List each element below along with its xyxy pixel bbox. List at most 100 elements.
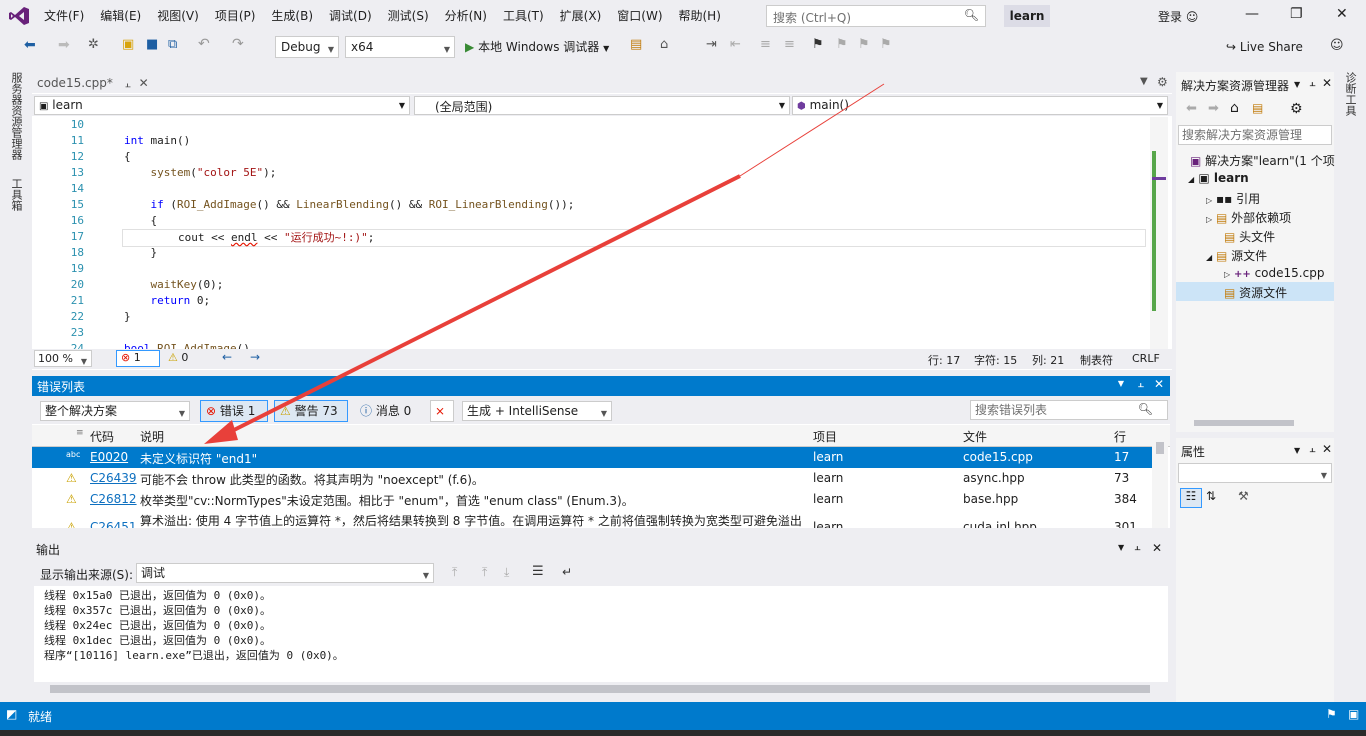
undo-icon[interactable]: ↶ bbox=[198, 36, 210, 52]
attach-icon[interactable]: ▤ bbox=[630, 37, 642, 52]
warning-row[interactable]: ⚠ C26451 算术溢出: 使用 4 字节值上的运算符 *，然后将结果转换到 … bbox=[32, 510, 1152, 528]
pin-icon[interactable]: ⫠ bbox=[1309, 76, 1316, 90]
redo-icon[interactable]: ↷ bbox=[232, 36, 244, 52]
pin-icon[interactable]: ⫠ bbox=[1134, 540, 1141, 554]
column-file[interactable]: 文件 bbox=[963, 428, 987, 445]
menu-analyze[interactable]: 分析(N) bbox=[437, 0, 495, 32]
warnings-filter-button[interactable]: ⚠ 警告 73 bbox=[274, 400, 348, 422]
pin-icon[interactable]: ⫠ bbox=[125, 79, 131, 90]
error-search-input[interactable]: 搜索错误列表 🔍︎ bbox=[970, 400, 1168, 420]
comment-icon[interactable]: ≡ bbox=[760, 37, 771, 52]
close-window-button[interactable]: ✕ bbox=[1336, 6, 1348, 22]
menu-view[interactable]: 视图(V) bbox=[149, 0, 207, 32]
next-message-icon[interactable]: ⤓ bbox=[504, 565, 509, 580]
forward-icon[interactable]: ➡︎ bbox=[58, 37, 70, 53]
find-message-icon[interactable]: ⤒ bbox=[452, 565, 457, 580]
error-count-indicator[interactable]: ⊗ 1 bbox=[116, 350, 160, 367]
column-filter-icon[interactable]: ≡ bbox=[76, 428, 84, 438]
close-icon[interactable]: ✕ bbox=[1152, 541, 1162, 555]
wrench-icon[interactable]: ⚒ bbox=[1238, 489, 1249, 503]
close-tab-icon[interactable]: ✕ bbox=[139, 76, 149, 90]
tree-item-project[interactable]: ◢ ▣ learn bbox=[1188, 171, 1249, 185]
source-control-icon[interactable]: ▣ bbox=[1348, 707, 1359, 721]
back-icon[interactable]: ⬅︎ bbox=[24, 37, 36, 53]
search-input[interactable]: 搜索 (Ctrl+Q) 🔍︎ bbox=[766, 5, 986, 27]
tree-item-headers[interactable]: ▤ 头文件 bbox=[1224, 228, 1275, 245]
filter-icon[interactable]: ⨯ bbox=[430, 400, 454, 422]
column-code[interactable]: 代码 bbox=[90, 428, 114, 445]
error-list-scrollbar[interactable] bbox=[1152, 428, 1168, 528]
output-text[interactable]: 线程 0x15a0 已退出，返回值为 0 (0x0)。 线程 0x357c 已退… bbox=[34, 586, 1168, 682]
home-icon[interactable]: ⌂ bbox=[660, 37, 668, 52]
step-over-icon[interactable]: ⇤ bbox=[730, 37, 741, 52]
code-text-area[interactable]: int main() { system("color 5E"); if (ROI… bbox=[90, 117, 1150, 349]
save-icon[interactable]: ■ bbox=[146, 37, 158, 52]
bookmark-icon[interactable]: ⚑ bbox=[812, 37, 824, 52]
menu-edit[interactable]: 编辑(E) bbox=[92, 0, 149, 32]
save-all-icon[interactable]: ⧉ bbox=[168, 37, 177, 52]
restore-button[interactable]: ❐ bbox=[1290, 6, 1303, 22]
open-folder-icon[interactable]: ▣ bbox=[122, 37, 134, 52]
tree-item-resources[interactable]: ▤ 资源文件 bbox=[1176, 282, 1334, 301]
live-share-button[interactable]: ↪ Live Share bbox=[1226, 40, 1303, 54]
editor-vertical-scrollbar[interactable] bbox=[1150, 117, 1168, 349]
panel-menu-icon[interactable]: ▼ bbox=[1294, 446, 1300, 455]
pin-icon[interactable]: ⫠ bbox=[1309, 442, 1316, 456]
next-issue-icon[interactable]: → bbox=[250, 350, 260, 364]
nav-project-select[interactable]: ▣ learn ▼ bbox=[34, 96, 410, 115]
tree-item-external-deps[interactable]: ▷ ▤ 外部依赖项 bbox=[1206, 209, 1291, 226]
tree-item-references[interactable]: ▷ ▪▪ 引用 bbox=[1206, 190, 1260, 207]
errors-filter-button[interactable]: ⊗ 错误 1 bbox=[200, 400, 268, 422]
close-icon[interactable]: ✕ bbox=[1322, 76, 1332, 90]
warning-count-indicator[interactable]: ⚠ 0 bbox=[168, 351, 188, 364]
run-debugger-button[interactable]: ▶ 本地 Windows 调试器 ▼ bbox=[465, 38, 609, 55]
toolbox-tab[interactable]: 工具箱 bbox=[8, 178, 24, 211]
scrollbar-thumb[interactable] bbox=[50, 685, 1150, 693]
alphabetical-icon[interactable]: ⇅ bbox=[1206, 489, 1216, 503]
diagnostic-tools-tab[interactable]: 诊断工具 bbox=[1342, 72, 1358, 116]
file-tab[interactable]: code15.cpp* ⫠ ✕ bbox=[32, 75, 154, 93]
column-line[interactable]: 行 bbox=[1114, 428, 1126, 445]
menu-build[interactable]: 生成(B) bbox=[263, 0, 321, 32]
new-project-icon[interactable]: ✲ bbox=[88, 37, 99, 52]
tree-item-solution[interactable]: ▣ 解决方案"learn"(1 个项 bbox=[1190, 152, 1335, 169]
server-explorer-tab[interactable]: 服务器资源管理器 bbox=[8, 72, 24, 160]
error-code-link[interactable]: E0020 bbox=[90, 450, 128, 464]
minimize-button[interactable]: — bbox=[1245, 6, 1259, 22]
properties-object-select[interactable]: ▼ bbox=[1178, 463, 1332, 483]
messages-filter-button[interactable]: ⓘ 消息 0 bbox=[354, 400, 422, 422]
gear-icon[interactable]: ⚙ bbox=[1157, 75, 1168, 89]
column-project[interactable]: 项目 bbox=[813, 428, 837, 445]
solution-horizontal-scrollbar[interactable] bbox=[1178, 418, 1332, 428]
nav-function-select[interactable]: ⬢ main() ▼ bbox=[792, 96, 1168, 115]
menu-tools[interactable]: 工具(T) bbox=[495, 0, 552, 32]
clear-bookmarks-icon[interactable]: ⚑ bbox=[880, 37, 892, 52]
panel-menu-icon[interactable]: ▼ bbox=[1118, 379, 1124, 388]
platform-select[interactable]: x64 ▼ bbox=[345, 36, 455, 58]
wrench-icon[interactable]: ⚙ bbox=[1290, 101, 1303, 117]
warning-row[interactable]: ⚠ C26439 可能不会 throw 此类型的函数。将其声明为 "noexce… bbox=[32, 468, 1152, 489]
warning-code-link[interactable]: C26439 bbox=[90, 471, 137, 485]
zoom-select[interactable]: 100 % ▼ bbox=[34, 350, 92, 367]
step-icon[interactable]: ⇥ bbox=[706, 37, 717, 52]
error-scope-select[interactable]: 整个解决方案 ▼ bbox=[40, 401, 190, 421]
menu-extensions[interactable]: 扩展(X) bbox=[552, 0, 610, 32]
prev-bookmark-icon[interactable]: ⚑ bbox=[836, 37, 848, 52]
close-icon[interactable]: ✕ bbox=[1154, 377, 1164, 391]
clear-all-icon[interactable]: ☰ bbox=[532, 564, 544, 579]
warning-row[interactable]: ⚠ C26812 枚举类型"cv::NormTypes"未设定范围。相比于 "e… bbox=[32, 489, 1152, 510]
tree-item-sources[interactable]: ◢ ▤ 源文件 bbox=[1206, 247, 1267, 264]
output-horizontal-scrollbar[interactable] bbox=[34, 683, 1168, 695]
switch-view-icon[interactable]: ▤ bbox=[1252, 101, 1263, 115]
error-row[interactable]: abc E0020 未定义标识符 "end1" learn code15.cpp… bbox=[32, 447, 1152, 468]
build-filter-select[interactable]: 生成 + IntelliSense ▼ bbox=[462, 401, 612, 421]
menu-window[interactable]: 窗口(W) bbox=[609, 0, 670, 32]
menu-test[interactable]: 测试(S) bbox=[380, 0, 437, 32]
previous-issue-icon[interactable]: ← bbox=[222, 350, 232, 364]
scrollbar-thumb[interactable] bbox=[1194, 420, 1294, 426]
panel-menu-icon[interactable]: ▼ bbox=[1118, 543, 1124, 552]
scrollbar-thumb[interactable] bbox=[1156, 442, 1164, 454]
solution-search-input[interactable]: 搜索解决方案资源管理 bbox=[1178, 125, 1332, 145]
feedback-icon[interactable]: ☺ bbox=[1330, 38, 1344, 53]
menu-help[interactable]: 帮助(H) bbox=[671, 0, 729, 32]
